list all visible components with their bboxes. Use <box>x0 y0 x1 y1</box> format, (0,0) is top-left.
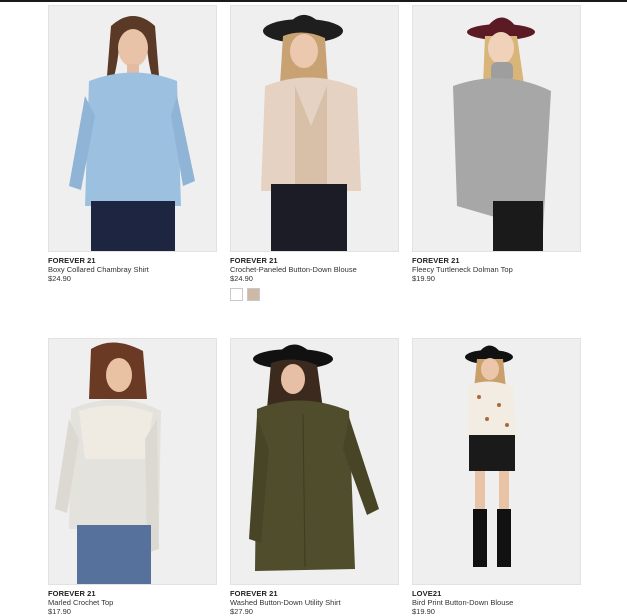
product-image[interactable] <box>230 338 399 585</box>
product-name-link[interactable]: Washed Button-Down Utility Shirt <box>230 598 399 607</box>
product-brand: FOREVER 21 <box>48 256 96 265</box>
color-swatch-taupe[interactable] <box>247 288 260 301</box>
product-card[interactable]: LOVE21 Bird Print Button-Down Blouse $19… <box>412 338 581 616</box>
product-name-link[interactable]: Fleecy Turtleneck Dolman Top <box>412 265 581 274</box>
product-image[interactable] <box>412 338 581 585</box>
product-price: $24.90 <box>230 274 253 283</box>
product-image[interactable] <box>48 5 217 252</box>
product-image[interactable] <box>230 5 399 252</box>
product-brand: FOREVER 21 <box>412 256 460 265</box>
top-divider <box>0 0 627 2</box>
color-swatches <box>230 288 399 301</box>
product-card[interactable]: FOREVER 21 Boxy Collared Chambray Shirt … <box>48 5 217 283</box>
product-name-link[interactable]: Bird Print Button-Down Blouse <box>412 598 581 607</box>
product-price: $17.90 <box>48 607 71 616</box>
product-price: $24.90 <box>48 274 71 283</box>
product-name-link[interactable]: Crochet-Paneled Button-Down Blouse <box>230 265 399 274</box>
product-name-link[interactable]: Boxy Collared Chambray Shirt <box>48 265 217 274</box>
product-brand: FOREVER 21 <box>230 589 278 598</box>
product-card[interactable]: FOREVER 21 Washed Button-Down Utility Sh… <box>230 338 399 616</box>
product-name-link[interactable]: Marled Crochet Top <box>48 598 217 607</box>
product-brand: FOREVER 21 <box>48 589 96 598</box>
product-brand: LOVE21 <box>412 589 442 598</box>
product-card[interactable]: FOREVER 21 Marled Crochet Top $17.90 <box>48 338 217 616</box>
product-price: $19.90 <box>412 274 435 283</box>
product-image[interactable] <box>412 5 581 252</box>
product-price: $27.90 <box>230 607 253 616</box>
product-card[interactable]: FOREVER 21 Fleecy Turtleneck Dolman Top … <box>412 5 581 283</box>
product-price: $19.90 <box>412 607 435 616</box>
product-card[interactable]: FOREVER 21 Crochet-Paneled Button-Down B… <box>230 5 399 301</box>
color-swatch-cream[interactable] <box>230 288 243 301</box>
product-brand: FOREVER 21 <box>230 256 278 265</box>
product-image[interactable] <box>48 338 217 585</box>
